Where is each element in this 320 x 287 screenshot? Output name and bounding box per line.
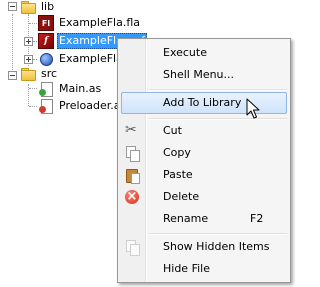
collapse-lib-toggle[interactable]	[8, 2, 17, 11]
menu-item-label: Rename	[163, 212, 209, 225]
paste-icon	[124, 167, 140, 184]
expand-swf-toggle[interactable]	[24, 37, 33, 46]
tree-item-examplefla-fla[interactable]: Fl ExampleFla.fla	[38, 14, 142, 32]
menu-item-execute[interactable]: Execute	[121, 42, 287, 64]
menu-item-label: Copy	[163, 146, 191, 159]
tree-guide-line	[33, 41, 37, 42]
scissors-icon	[124, 122, 140, 139]
menu-item-paste[interactable]: Paste	[121, 164, 287, 186]
menu-item-add-to-library[interactable]: Add To Library	[121, 92, 287, 114]
tree-guide-line	[29, 23, 37, 24]
tree-item-label: Main.as	[59, 82, 102, 95]
menu-item-hide-file[interactable]: Hide File	[121, 258, 287, 280]
copy-icon	[124, 145, 140, 162]
context-menu: Execute Shell Menu... Add To Library Cut…	[117, 38, 291, 283]
menu-item-label: Delete	[163, 190, 200, 203]
menu-item-delete[interactable]: Delete	[121, 186, 287, 208]
delete-icon	[124, 189, 140, 205]
hidden-items-icon	[124, 239, 140, 256]
menu-item-label: Execute	[163, 46, 207, 59]
folder-icon	[20, 0, 36, 15]
menu-item-rename[interactable]: Rename F2	[121, 208, 287, 230]
menu-item-show-hidden-items[interactable]: Show Hidden Items	[121, 236, 287, 258]
collapse-src-toggle[interactable]	[8, 71, 17, 80]
expand-swf-toggle[interactable]	[24, 55, 33, 64]
menu-item-shortcut: F2	[250, 212, 264, 225]
menu-separator	[149, 89, 287, 91]
tree-item-preloader-as[interactable]: Preloader.as	[38, 97, 128, 115]
actionscript-file-icon	[38, 81, 54, 97]
tree-guide-line	[29, 106, 37, 107]
tree-item-label: lib	[41, 0, 55, 13]
actionscript-file-icon	[38, 98, 54, 114]
menu-item-label: Add To Library	[163, 96, 242, 109]
tree-item-label: ExampleFla.fla	[59, 16, 141, 29]
menu-item-label: Hide File	[163, 262, 210, 275]
menu-item-cut[interactable]: Cut	[121, 120, 287, 142]
menu-item-label: Cut	[163, 124, 182, 137]
folder-icon	[20, 66, 36, 82]
menu-item-copy[interactable]: Copy	[121, 142, 287, 164]
menu-item-label: Paste	[163, 168, 193, 181]
menu-separator	[149, 233, 287, 235]
menu-item-label: Shell Menu...	[163, 68, 235, 81]
tree-guide-line	[33, 59, 37, 60]
tree-guide-line	[29, 88, 37, 89]
menu-item-label: Show Hidden Items	[163, 240, 270, 253]
menu-item-shell-menu[interactable]: Shell Menu...	[121, 64, 287, 86]
tree-guide-line	[12, 14, 13, 74]
swf-file-icon: f	[38, 33, 54, 49]
mouse-cursor-icon	[246, 98, 260, 119]
tree-item-main-as[interactable]: Main.as	[38, 80, 103, 98]
fla-file-icon: Fl	[38, 15, 54, 31]
